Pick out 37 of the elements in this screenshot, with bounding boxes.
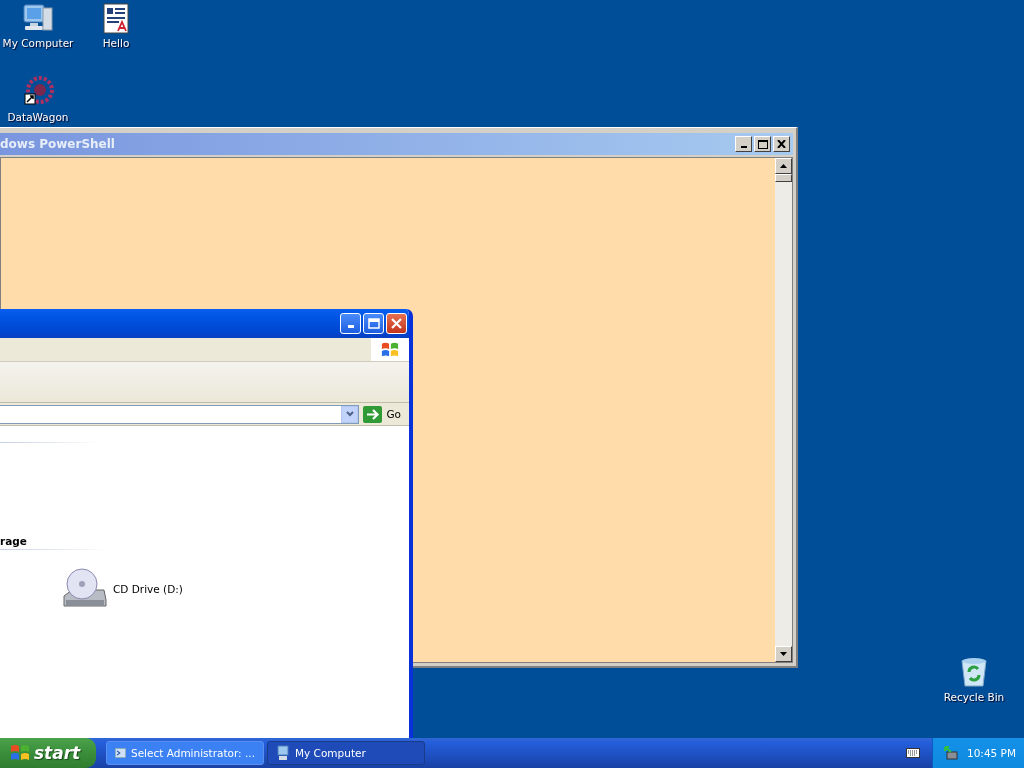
terminal-icon: [115, 746, 126, 760]
address-field[interactable]: [0, 404, 360, 424]
window-title: dows PowerShell: [0, 137, 115, 151]
maximize-icon: [757, 139, 768, 149]
section-heading: rage: [0, 535, 28, 547]
icon-label[interactable]: Hello: [102, 37, 130, 49]
chevron-down-icon: [345, 411, 354, 417]
minimize-button[interactable]: [735, 136, 752, 152]
go-button[interactable]: Go: [363, 405, 405, 423]
arrow-right-icon: [363, 405, 383, 423]
icon-label[interactable]: My Computer: [2, 37, 74, 49]
down-arrow-icon[interactable]: [780, 652, 787, 656]
scroll-thumb[interactable]: [775, 174, 792, 182]
keyboard-icon[interactable]: [906, 748, 920, 758]
taskbar-button[interactable]: My Computer: [267, 741, 425, 765]
recycle-bin-icon: [959, 656, 989, 688]
flag-logo-icon: [10, 743, 30, 763]
close-button[interactable]: [773, 136, 790, 152]
scrollbar[interactable]: [775, 158, 792, 662]
taskbar-button[interactable]: Select Administrator: ...: [106, 741, 264, 765]
start-button[interactable]: start: [0, 738, 96, 768]
close-icon: [777, 140, 786, 148]
up-arrow-icon[interactable]: [780, 164, 787, 168]
icon-label[interactable]: Recycle Bin: [943, 691, 1005, 703]
computer-icon: [276, 745, 290, 761]
maximize-icon: [367, 318, 380, 329]
drive-label[interactable]: CD Drive (D:): [113, 583, 183, 595]
computer-icon: [21, 2, 55, 34]
clock[interactable]: 10:45 PM: [967, 747, 1016, 759]
network-icon[interactable]: [943, 745, 959, 761]
dropdown-button[interactable]: [341, 405, 359, 423]
gear-shortcut-icon: [21, 76, 55, 108]
flag-logo-icon: [381, 340, 399, 359]
document-icon: [102, 2, 130, 34]
close-icon: [391, 318, 402, 329]
maximize-button[interactable]: [754, 136, 771, 152]
icon-label[interactable]: DataWagon: [7, 111, 69, 123]
